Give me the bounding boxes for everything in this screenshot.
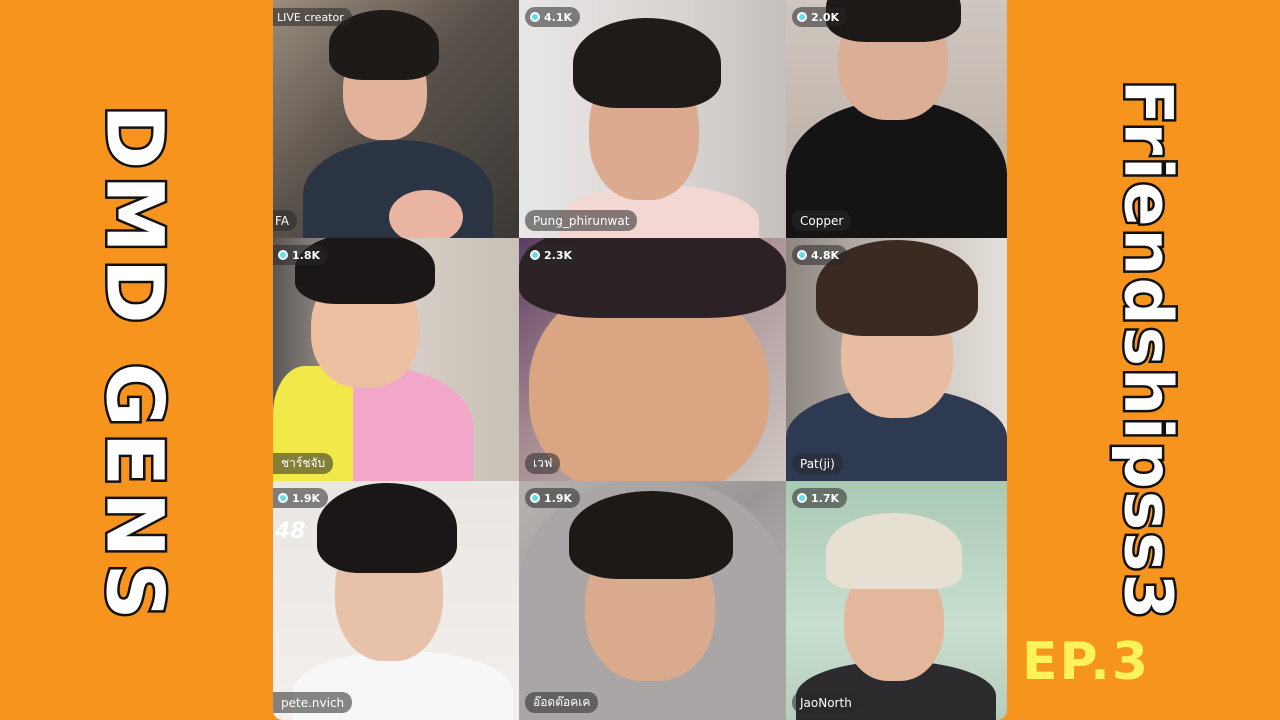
viewer-count-text: 1.8K [292, 248, 321, 262]
viewer-count-text: 2.0K [811, 10, 840, 24]
right-title: Friendshipss3 [1100, 77, 1196, 624]
video-tile-odtok[interactable]: 1.9K อ๊อดต๊อคเค [519, 481, 786, 720]
episode-label: EP.3 [1022, 632, 1151, 692]
viewer-count: 4.8K [792, 245, 848, 265]
viewer-count: 1.8K [273, 245, 329, 265]
participant-name: JaoNorth [792, 692, 860, 713]
left-title-text: DMD GENS [87, 102, 182, 628]
viewer-count-text: 4.1K [544, 10, 573, 24]
video-tile-pete[interactable]: 48 1.9K pete.nvich [273, 481, 519, 720]
video-grid: LIVE creator FA 4.1K Pung_phirunwat 2.0K… [273, 0, 1007, 720]
live-dot-icon [278, 250, 288, 260]
live-creator-badge: LIVE creator [273, 8, 352, 26]
live-dot-icon [530, 493, 540, 503]
video-tile-wave[interactable]: 2.3K เวฟ [519, 238, 786, 481]
participant-name: FA [273, 210, 298, 231]
live-dot-icon [278, 493, 288, 503]
live-dot-icon [797, 493, 807, 503]
viewer-count-text: 1.9K [292, 491, 321, 505]
participant-name: Pung_phirunwat [525, 210, 638, 231]
viewer-count: 1.9K [525, 488, 581, 508]
viewer-count-text: 1.9K [544, 491, 573, 505]
participant-name: อ๊อดต๊อคเค [525, 692, 599, 713]
viewer-count: 2.3K [525, 245, 581, 265]
left-title: DMD GENS [86, 102, 182, 628]
viewer-count: 4.1K [525, 7, 581, 27]
viewer-count: 2.0K [792, 7, 848, 27]
right-title-text: Friendshipss3 [1107, 77, 1189, 624]
live-dot-icon [797, 250, 807, 260]
video-tile-pung[interactable]: 4.1K Pung_phirunwat [519, 0, 786, 238]
participant-name: Copper [792, 210, 852, 231]
participant-name: pete.nvich [273, 692, 353, 713]
participant-name: Pat(ji) [792, 453, 843, 474]
viewer-count-text: 1.7K [811, 491, 840, 505]
participant-name: ชาร์ชจับ [273, 453, 334, 474]
live-dot-icon [530, 12, 540, 22]
overlay-number: 48 [275, 519, 306, 544]
video-tile-charchap[interactable]: 1.8K ชาร์ชจับ [273, 238, 519, 481]
viewer-count-text: 2.3K [544, 248, 573, 262]
video-tile-jaonorth[interactable]: 1.7K JaoNorth [786, 481, 1007, 720]
live-dot-icon [797, 12, 807, 22]
viewer-count-text: 4.8K [811, 248, 840, 262]
viewer-count: 1.9K [273, 488, 329, 508]
participant-name: เวฟ [525, 453, 561, 474]
viewer-count: 1.7K [792, 488, 848, 508]
video-tile-copper[interactable]: 2.0K Copper [786, 0, 1007, 238]
video-tile-fa[interactable]: LIVE creator FA [273, 0, 519, 238]
video-tile-pat[interactable]: 4.8K Pat(ji) [786, 238, 1007, 481]
live-dot-icon [530, 250, 540, 260]
